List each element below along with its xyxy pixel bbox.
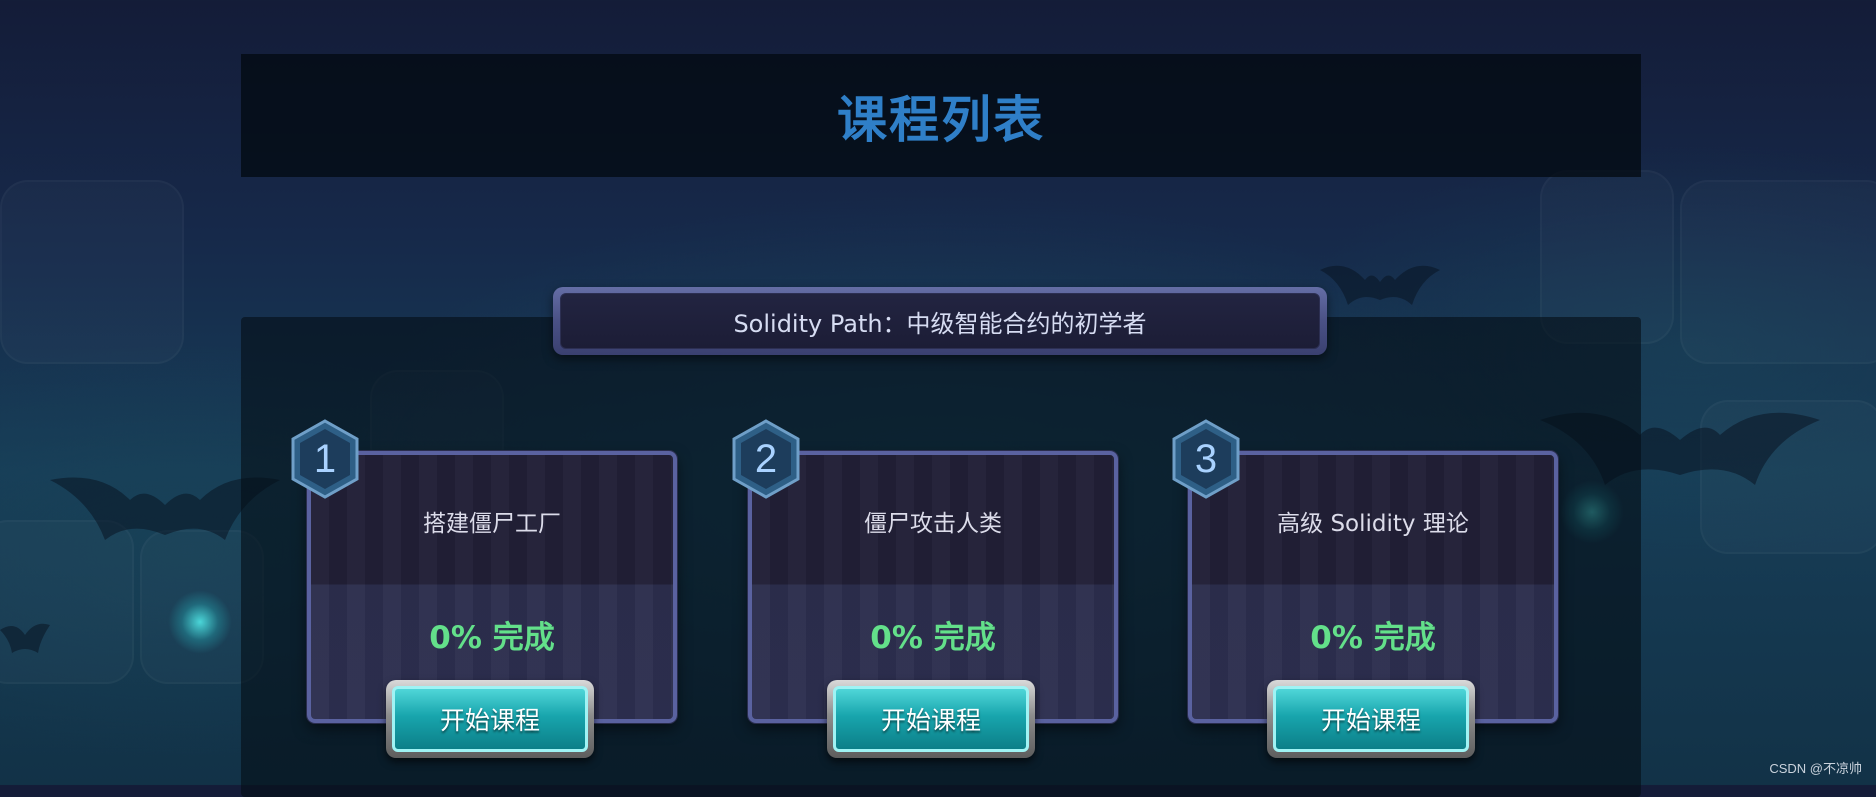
path-banner-label: Solidity Path：中级智能合约的初学者 [560, 293, 1320, 349]
watermark: CSDN @不凉帅 [1769, 761, 1862, 776]
start-course-label: 开始课程 [1273, 686, 1469, 752]
bat-icon [0, 623, 50, 653]
start-course-label: 开始课程 [833, 686, 1029, 752]
course-card-2[interactable]: 2 僵尸攻击人类 0% 完成 开始课程 [732, 419, 1118, 758]
course-progress: 0% 完成 [1310, 620, 1436, 656]
glow-orb [168, 590, 232, 654]
start-course-button[interactable]: 开始课程 [1267, 680, 1475, 758]
course-title: 搭建僵尸工厂 [423, 511, 561, 537]
page-title: 课程列表 [837, 90, 1045, 149]
course-card-1[interactable]: 1 搭建僵尸工厂 0% 完成 开始课程 [291, 419, 677, 758]
start-course-label: 开始课程 [392, 686, 588, 752]
page-header: 课程列表 [241, 54, 1641, 177]
course-progress: 0% 完成 [429, 620, 555, 656]
course-title: 僵尸攻击人类 [864, 511, 1002, 537]
bat-icon [1320, 265, 1440, 305]
course-progress: 0% 完成 [870, 620, 996, 656]
path-banner: Solidity Path：中级智能合约的初学者 [553, 287, 1327, 355]
course-title: 高级 Solidity 理论 [1277, 511, 1469, 537]
course-card-3[interactable]: 3 高级 Solidity 理论 0% 完成 开始课程 [1172, 419, 1558, 758]
start-course-button[interactable]: 开始课程 [386, 680, 594, 758]
start-course-button[interactable]: 开始课程 [827, 680, 1035, 758]
